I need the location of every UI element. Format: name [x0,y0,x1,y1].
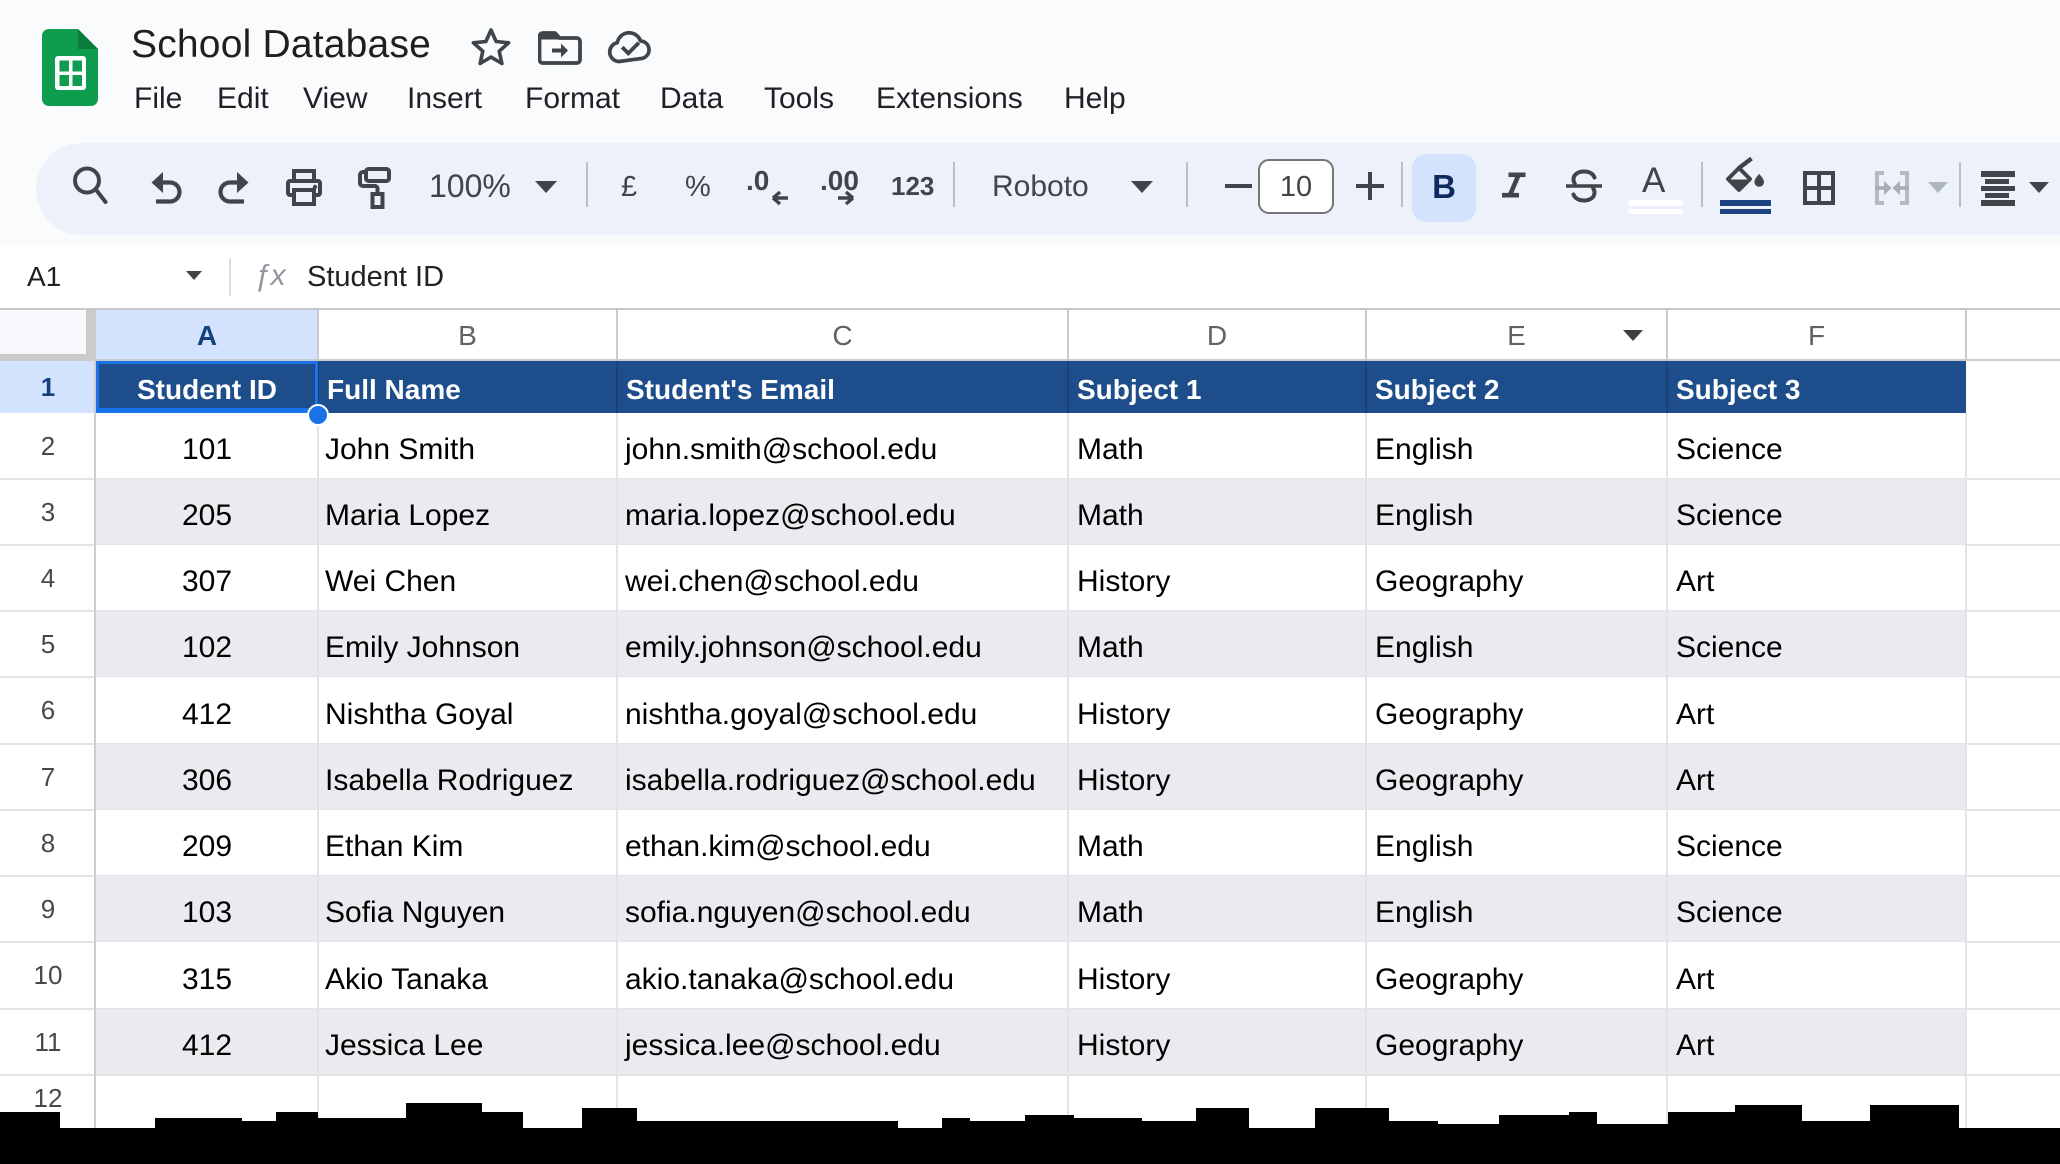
svg-text:.0: .0 [746,165,769,196]
svg-text:.00: .00 [820,165,859,196]
